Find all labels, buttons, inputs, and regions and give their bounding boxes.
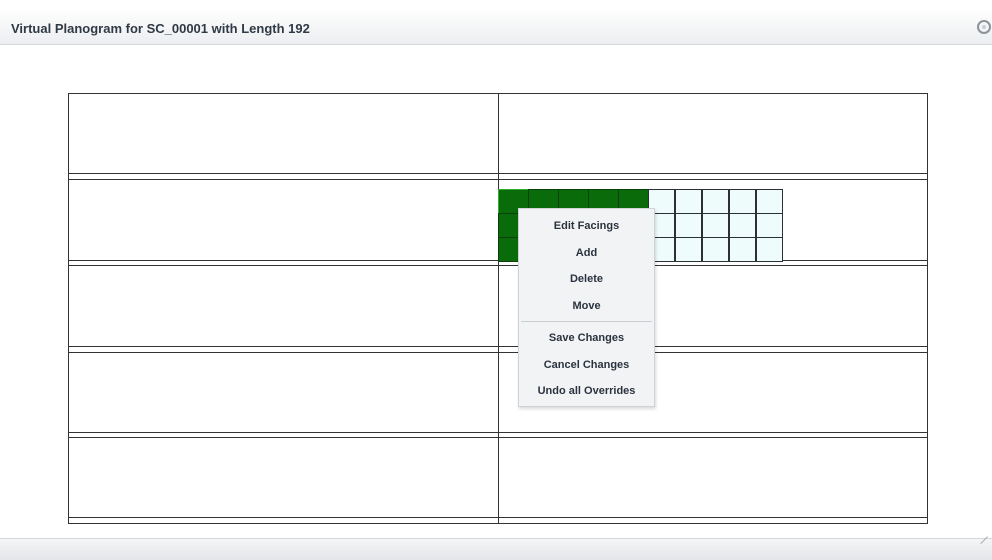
facing-cell[interactable] bbox=[675, 189, 702, 214]
facing-cell[interactable] bbox=[729, 189, 756, 214]
shelf-line bbox=[68, 517, 928, 518]
facing-cell[interactable] bbox=[675, 213, 702, 238]
shelf-line bbox=[68, 93, 928, 94]
facing-cell[interactable] bbox=[702, 213, 729, 238]
dialog-footer bbox=[0, 538, 992, 560]
shelf-line bbox=[68, 265, 928, 266]
bay-left bbox=[68, 93, 499, 524]
shelf-line bbox=[68, 523, 928, 524]
shelf-line bbox=[68, 352, 928, 353]
resize-grip-icon[interactable] bbox=[976, 525, 988, 537]
facing-cell[interactable] bbox=[702, 237, 729, 262]
shelf-line bbox=[68, 432, 928, 433]
shelf-line bbox=[68, 346, 928, 347]
dialog-titlebar: Virtual Planogram for SC_00001 with Leng… bbox=[0, 12, 992, 45]
planogram-dialog: Virtual Planogram for SC_00001 with Leng… bbox=[0, 0, 992, 560]
facing-cell[interactable] bbox=[702, 189, 729, 214]
context-menu: Edit Facings Add Delete Move Save Change… bbox=[518, 208, 655, 407]
facing-cell[interactable] bbox=[729, 213, 756, 238]
shelf-line bbox=[68, 179, 928, 180]
shelf-line bbox=[68, 173, 928, 174]
facing-cell[interactable] bbox=[756, 189, 783, 214]
menu-item-cancel-changes[interactable]: Cancel Changes bbox=[519, 354, 654, 376]
shelf-line bbox=[68, 437, 928, 438]
menu-item-save-changes[interactable]: Save Changes bbox=[519, 327, 654, 349]
facing-cell[interactable] bbox=[675, 237, 702, 262]
facing-cell[interactable] bbox=[756, 213, 783, 238]
menu-item-undo-all-overrides[interactable]: Undo all Overrides bbox=[519, 380, 654, 402]
facing-cell[interactable] bbox=[756, 237, 783, 262]
menu-item-move[interactable]: Move bbox=[519, 295, 654, 317]
menu-item-delete[interactable]: Delete bbox=[519, 268, 654, 290]
close-icon[interactable] bbox=[977, 20, 991, 34]
facing-cell[interactable] bbox=[729, 237, 756, 262]
dialog-title: Virtual Planogram for SC_00001 with Leng… bbox=[11, 21, 310, 36]
menu-separator bbox=[521, 321, 652, 322]
planogram-grid bbox=[68, 93, 928, 524]
menu-item-edit-facings[interactable]: Edit Facings bbox=[519, 215, 654, 237]
menu-item-add[interactable]: Add bbox=[519, 242, 654, 264]
